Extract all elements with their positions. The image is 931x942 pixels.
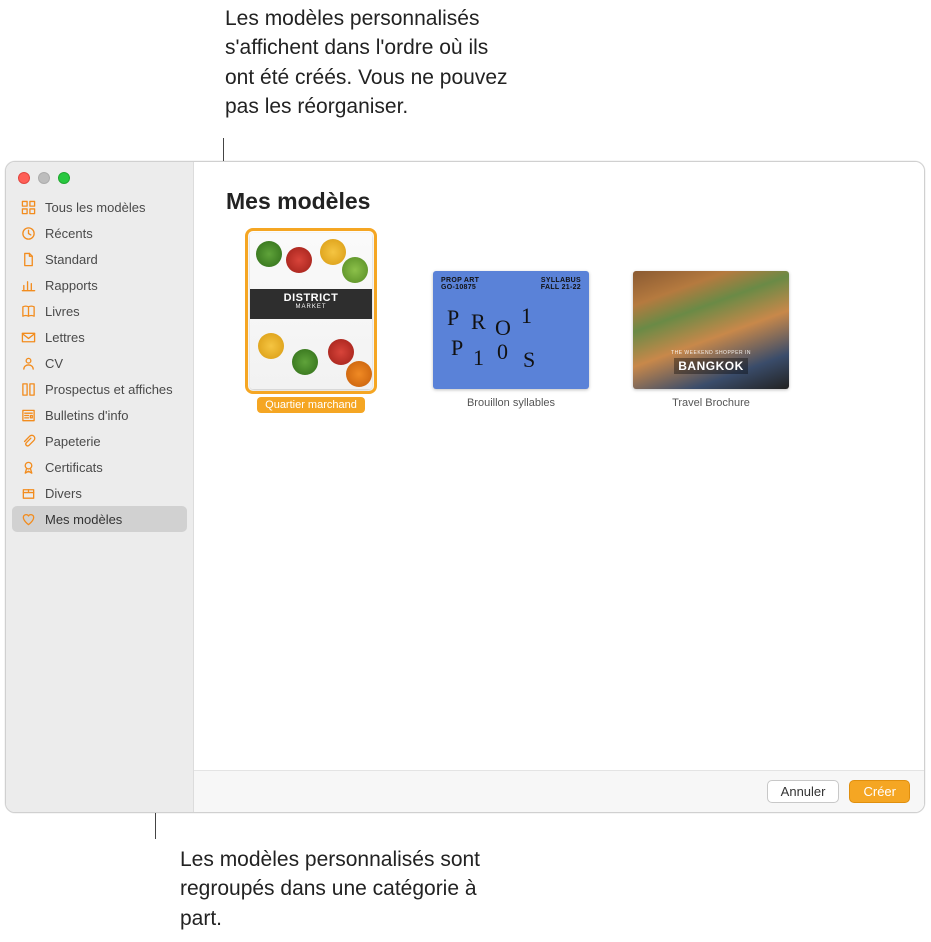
thumb-letters: PRO1P10S	[447, 305, 575, 379]
sidebar-item-ribbon[interactable]: Certificats	[6, 454, 193, 480]
sidebar: Tous les modèles Récents Standard Rapports L…	[6, 162, 194, 812]
cancel-button[interactable]: Annuler	[767, 780, 840, 803]
sidebar-item-label: Standard	[45, 252, 98, 267]
template-label: Quartier marchand	[257, 397, 365, 413]
sidebar-item-newspaper[interactable]: Bulletins d'info	[6, 402, 193, 428]
sidebar-item-label: Mes modèles	[45, 512, 122, 527]
template-thumbnail: THE WEEKEND SHOPPER IN BANGKOK	[633, 271, 789, 389]
paperclip-icon	[20, 433, 36, 449]
template-thumbnail: PROP ART GO-10875 SYLLABUS FALL 21-22 PRO1…	[433, 271, 589, 389]
main-pane: Mes modèles DISTRICTMARKET Quartier march…	[194, 162, 924, 812]
template-thumbnail: DISTRICTMARKET	[250, 233, 372, 389]
sidebar-item-label: Livres	[45, 304, 80, 319]
sidebar-list: Tous les modèles Récents Standard Rapports L…	[6, 192, 193, 532]
sidebar-item-label: CV	[45, 356, 63, 371]
thumb-hdr-right: SYLLABUS FALL 21-22	[541, 277, 581, 291]
book-icon	[20, 303, 36, 319]
sidebar-item-heart[interactable]: Mes modèles	[12, 506, 187, 532]
sidebar-item-doc[interactable]: Standard	[6, 246, 193, 272]
envelope-icon	[20, 329, 36, 345]
sidebar-item-label: Rapports	[45, 278, 98, 293]
box-icon	[20, 485, 36, 501]
template-item[interactable]: THE WEEKEND SHOPPER IN BANGKOK Travel Broc…	[626, 233, 796, 409]
template-chooser-window: Tous les modèles Récents Standard Rapports L…	[5, 161, 925, 813]
sidebar-item-book[interactable]: Livres	[6, 298, 193, 324]
person-icon	[20, 355, 36, 371]
grid-icon	[20, 199, 36, 215]
columns-icon	[20, 381, 36, 397]
sidebar-item-label: Certificats	[45, 460, 103, 475]
sidebar-item-columns[interactable]: Prospectus et affiches	[6, 376, 193, 402]
sidebar-item-label: Récents	[45, 226, 93, 241]
doc-icon	[20, 251, 36, 267]
sidebar-item-label: Prospectus et affiches	[45, 382, 173, 397]
sidebar-item-label: Lettres	[45, 330, 85, 345]
window-controls	[6, 162, 193, 192]
footer-bar: Annuler Créer	[194, 770, 924, 812]
template-item[interactable]: PROP ART GO-10875 SYLLABUS FALL 21-22 PRO1…	[426, 233, 596, 409]
template-label: Brouillon syllables	[467, 397, 555, 409]
ribbon-icon	[20, 459, 36, 475]
callout-bottom: Les modèles personnalisés sont regroupés…	[180, 845, 480, 933]
clock-icon	[20, 225, 36, 241]
sidebar-item-label: Papeterie	[45, 434, 101, 449]
sidebar-item-chart[interactable]: Rapports	[6, 272, 193, 298]
thumb-banner-big: DISTRICT	[284, 292, 339, 304]
thumb-overlay-small: THE WEEKEND SHOPPER IN	[641, 350, 781, 356]
template-grid: DISTRICTMARKET Quartier marchand PROP ART …	[226, 233, 896, 413]
close-window-button[interactable]	[18, 172, 30, 184]
sidebar-item-label: Bulletins d'info	[45, 408, 128, 423]
thumb-overlay-big: BANGKOK	[674, 358, 748, 374]
template-label: Travel Brochure	[672, 397, 750, 409]
newspaper-icon	[20, 407, 36, 423]
sidebar-item-person[interactable]: CV	[6, 350, 193, 376]
create-button[interactable]: Créer	[849, 780, 910, 803]
sidebar-item-paperclip[interactable]: Papeterie	[6, 428, 193, 454]
template-item[interactable]: DISTRICTMARKET Quartier marchand	[226, 233, 396, 413]
section-title: Mes modèles	[226, 188, 896, 215]
minimize-window-button[interactable]	[38, 172, 50, 184]
callout-top: Les modèles personnalisés s'affichent da…	[225, 4, 515, 122]
thumb-banner-small: MARKET	[250, 304, 372, 310]
sidebar-item-box[interactable]: Divers	[6, 480, 193, 506]
chart-icon	[20, 277, 36, 293]
sidebar-item-label: Tous les modèles	[45, 200, 145, 215]
sidebar-item-clock[interactable]: Récents	[6, 220, 193, 246]
sidebar-item-envelope[interactable]: Lettres	[6, 324, 193, 350]
sidebar-item-grid[interactable]: Tous les modèles	[6, 194, 193, 220]
content-area: Mes modèles DISTRICTMARKET Quartier march…	[194, 162, 924, 770]
heart-icon	[20, 511, 36, 527]
zoom-window-button[interactable]	[58, 172, 70, 184]
thumb-hdr-left: PROP ART GO-10875	[441, 277, 479, 291]
sidebar-item-label: Divers	[45, 486, 82, 501]
